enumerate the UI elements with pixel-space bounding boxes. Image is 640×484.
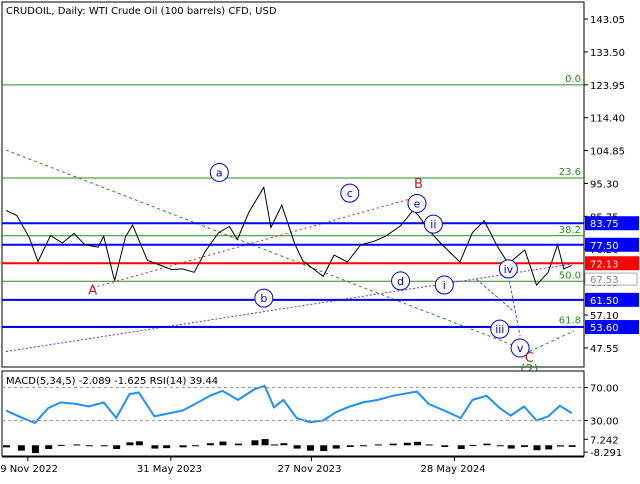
- wave-label-text: c: [347, 187, 353, 200]
- macd-bar: [17, 445, 25, 451]
- price-level-label: 53.60: [590, 323, 619, 334]
- time-axis-tick-label: 29 Nov 2022: [0, 464, 58, 475]
- price-panel-title: CRUDOIL, Daily: WTI Crude Oil (100 barre…: [6, 6, 277, 17]
- wave-label-text: A: [88, 284, 97, 299]
- indicator-axis-tick-label: 70.00: [590, 384, 619, 395]
- macd-bar: [413, 441, 421, 446]
- price-level-label: 72.13: [590, 259, 619, 270]
- macd-bar: [85, 445, 93, 447]
- indicator-panel-title: MACD(5,34,5) -2.089 -1.625 RSI(14) 39.44: [6, 376, 218, 387]
- macd-bar: [360, 445, 368, 447]
- macd-bar: [332, 445, 340, 449]
- macd-bar: [45, 445, 53, 449]
- time-axis: 29 Nov 2022 31 May 2023 27 Nov 2023 28 May …: [0, 456, 584, 475]
- wave-label-text: i: [443, 279, 446, 292]
- macd-bar: [280, 443, 288, 446]
- wave-label-text: B: [414, 177, 423, 192]
- wave-label-text: d: [397, 275, 404, 288]
- macd-bar: [469, 444, 477, 446]
- time-axis-tick-label: 27 Nov 2023: [277, 464, 341, 475]
- macd-bar: [483, 443, 491, 446]
- wave-label-text: ii: [430, 218, 436, 231]
- macd-bar: [151, 445, 159, 449]
- macd-bar: [235, 443, 243, 446]
- price-axis-tick-label: 47.55: [590, 344, 619, 355]
- macd-bar: [346, 445, 354, 447]
- macd-bar: [261, 439, 269, 446]
- wave-label-text: iv: [504, 263, 514, 276]
- price-axis-tick-label: 104.85: [590, 147, 625, 158]
- macd-bar: [441, 445, 449, 447]
- macd-bar: [73, 444, 81, 446]
- macd-bar: [496, 445, 504, 447]
- chart-svg: 0.023.638.250.061.8 abcdeiiiiiiivvABC(2)…: [0, 1, 639, 475]
- indicator-panel: MACD(5,34,5) -2.089 -1.625 RSI(14) 39.44: [1, 370, 585, 457]
- macd-bar: [556, 445, 564, 447]
- macd-bar: [206, 443, 214, 446]
- macd-bar: [425, 444, 433, 446]
- macd-bar: [251, 440, 259, 446]
- macd-bar: [533, 445, 541, 451]
- fib-level-label: 38.2: [559, 225, 581, 236]
- macd-bar: [126, 442, 134, 446]
- price-level-label: 61.50: [590, 296, 619, 307]
- macd-bar: [403, 442, 411, 446]
- chart-root: 0.0 23.6 38.2 50.0 61.8 a b c d e ii i iii iv v A B C (2)…: [0, 0, 640, 480]
- fib-level-label: 50.0: [559, 270, 581, 281]
- overlap-price-label: 67.53: [590, 275, 619, 286]
- price-axis-tick-label: 95.30: [590, 179, 619, 190]
- wave-label-text: v: [517, 342, 524, 355]
- macd-bar: [163, 445, 171, 449]
- macd-bar: [320, 445, 328, 452]
- macd-bar: [520, 445, 528, 447]
- macd-bar: [568, 445, 576, 447]
- wave-label-text: iii: [495, 323, 504, 336]
- macd-bar: [57, 444, 65, 446]
- indicator-axis: 7.242 70.00 30.00 -8.291: [584, 384, 622, 459]
- price-level-label: 83.75: [590, 219, 619, 230]
- macd-bar: [219, 441, 227, 446]
- macd-bar: [545, 445, 553, 450]
- wave-label-text: a: [216, 166, 223, 179]
- macd-bar: [507, 445, 515, 449]
- macd-bar: [293, 445, 301, 449]
- fib-level-label: 61.8: [559, 315, 581, 326]
- macd-bar: [270, 444, 278, 446]
- macd-bar: [179, 445, 187, 448]
- price-axis-tick-label: 133.50: [590, 48, 625, 59]
- indicator-axis-tick-label: -8.291: [590, 448, 622, 459]
- price-axis-tick-label: 114.40: [590, 114, 625, 125]
- price-panel: 0.023.638.250.061.8 abcdeiiiiiiivvABC(2)…: [1, 1, 585, 378]
- macd-bar: [306, 445, 314, 451]
- time-axis-tick-label: 31 May 2023: [137, 464, 202, 475]
- price-panel-frame: [1, 1, 585, 368]
- macd-bar: [3, 445, 10, 448]
- time-axis-tick-label: 28 May 2024: [420, 464, 485, 475]
- indicator-axis-tick-label: 30.00: [590, 417, 619, 428]
- macd-bar: [31, 445, 39, 454]
- macd-bar: [100, 445, 108, 447]
- macd-bar: [113, 445, 121, 449]
- wave-label-text: e: [414, 197, 421, 210]
- macd-bar: [389, 443, 397, 446]
- indicator-axis-tick-label: 7.242: [590, 435, 619, 446]
- wave-label-text: b: [260, 292, 267, 305]
- fib-level-label: 23.6: [559, 167, 581, 178]
- price-axis-tick-label: 123.95: [590, 81, 625, 92]
- macd-bar: [192, 445, 200, 447]
- fib-level-label: 0.0: [565, 74, 581, 85]
- price-level-label: 77.50: [590, 241, 619, 252]
- macd-bar: [457, 445, 465, 449]
- price-axis-tick-label: 143.05: [590, 15, 625, 26]
- macd-bar: [135, 441, 143, 446]
- macd-bar: [374, 444, 382, 446]
